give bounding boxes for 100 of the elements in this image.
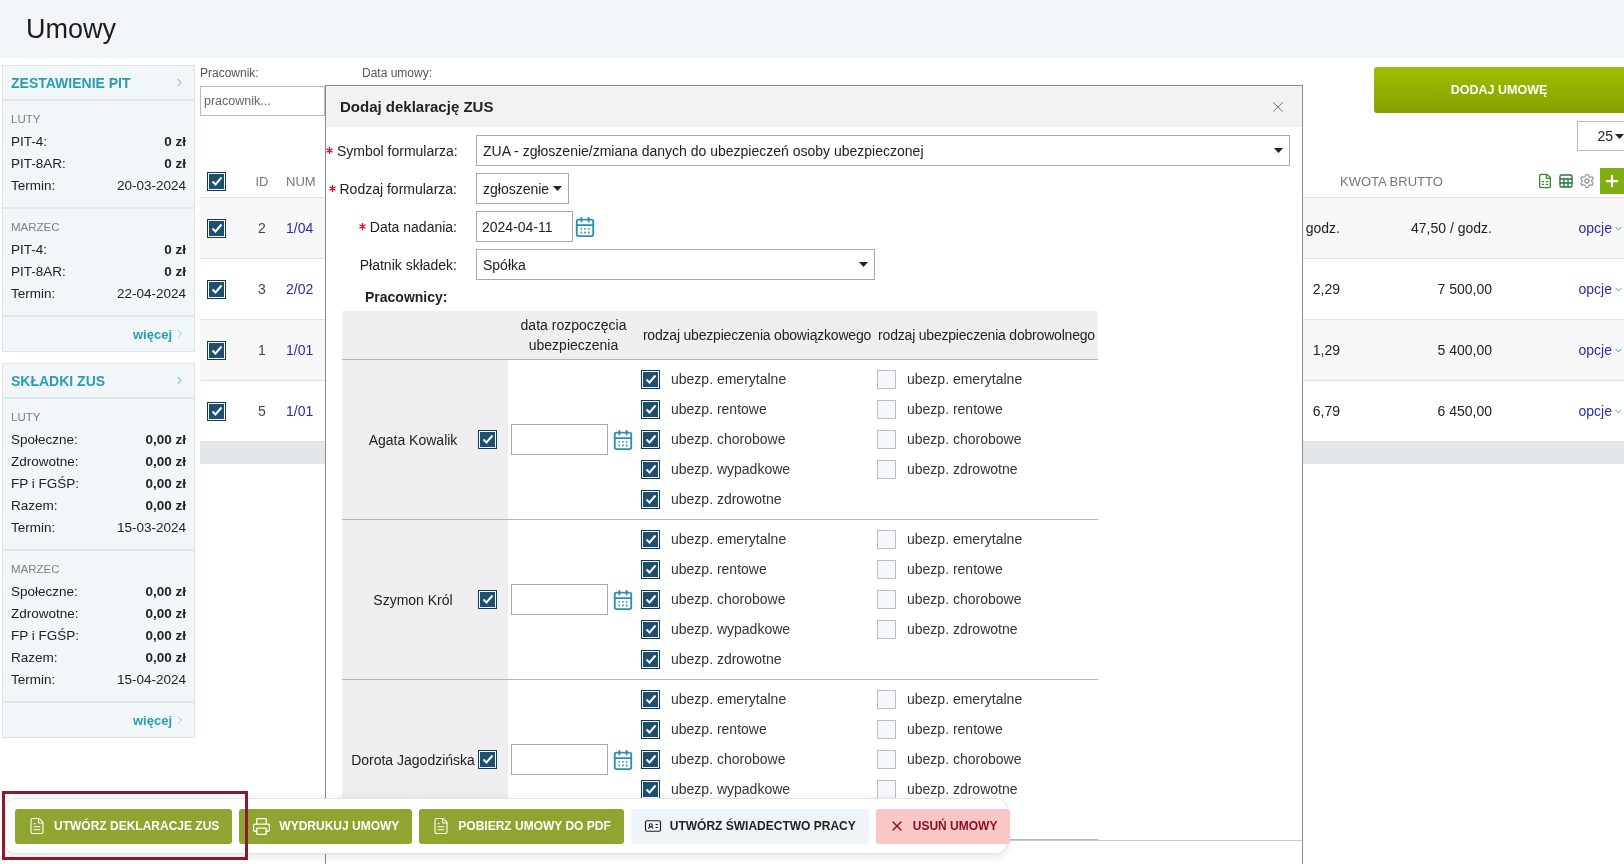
summary-label: PIT-4: bbox=[11, 133, 47, 149]
checkbox[interactable] bbox=[641, 559, 660, 579]
checkbox[interactable] bbox=[877, 589, 896, 609]
checkbox[interactable] bbox=[641, 719, 660, 739]
options-link[interactable]: opcje bbox=[1578, 342, 1624, 358]
summary-value: 0,00 zł bbox=[145, 497, 186, 513]
checkbox[interactable] bbox=[877, 619, 896, 639]
checkbox[interactable] bbox=[877, 429, 896, 449]
checkbox[interactable] bbox=[641, 779, 660, 799]
summary-value: 20-03-2024 bbox=[116, 177, 186, 193]
checkbox[interactable] bbox=[641, 369, 660, 389]
settings-icon[interactable] bbox=[1579, 173, 1595, 189]
check-icon bbox=[644, 593, 657, 605]
checkbox[interactable] bbox=[877, 459, 896, 479]
contract-link[interactable]: 2/02 bbox=[279, 281, 320, 297]
calendar-icon[interactable] bbox=[612, 588, 634, 611]
checkbox[interactable] bbox=[877, 719, 896, 739]
spreadsheet-icon[interactable] bbox=[1537, 173, 1553, 189]
select-field[interactable]: zgłoszenie bbox=[476, 173, 570, 204]
checkbox[interactable] bbox=[641, 529, 660, 549]
checkbox-label: ubezp. chorobowe bbox=[907, 751, 1022, 767]
check-icon bbox=[644, 753, 657, 765]
start-date-field[interactable] bbox=[511, 584, 608, 615]
checkbox[interactable] bbox=[877, 369, 896, 389]
check-icon bbox=[644, 653, 657, 665]
document-icon bbox=[432, 817, 451, 835]
page-size-select[interactable]: 25 bbox=[1577, 121, 1624, 151]
check-icon bbox=[481, 594, 494, 605]
employee-name: Agata Kowalik bbox=[342, 360, 478, 519]
calendar-icon[interactable] bbox=[612, 428, 634, 451]
options-link[interactable]: opcje bbox=[1578, 220, 1624, 236]
table-cell-text: 5 400,00 bbox=[1436, 342, 1492, 358]
card-title: ZESTAWIENIE PIT bbox=[11, 74, 131, 91]
checkbox[interactable] bbox=[207, 171, 226, 191]
options-link[interactable]: opcje bbox=[1578, 281, 1624, 297]
plus-button[interactable] bbox=[1600, 168, 1624, 194]
checkbox[interactable] bbox=[877, 399, 896, 419]
plus-icon bbox=[1603, 172, 1621, 190]
summary-label: PIT-8AR: bbox=[11, 263, 66, 279]
summary-label: Zdrowotne: bbox=[11, 453, 79, 469]
checkbox[interactable] bbox=[478, 750, 497, 769]
calendar-icon[interactable] bbox=[612, 748, 634, 771]
checkbox-label: ubezp. rentowe bbox=[907, 721, 1003, 737]
spreadsheet-icon[interactable] bbox=[1558, 173, 1574, 189]
summary-value: 0 zł bbox=[164, 155, 186, 171]
checkbox[interactable] bbox=[641, 459, 660, 479]
employee-field[interactable]: pracownik... bbox=[200, 86, 325, 116]
toolbar-button[interactable]: USUŃ UMOWY bbox=[875, 808, 1011, 844]
checkbox[interactable] bbox=[641, 689, 660, 709]
summary-value: 0 zł bbox=[164, 241, 186, 257]
start-date-field[interactable] bbox=[511, 744, 608, 775]
contract-link[interactable]: 1/01 bbox=[279, 342, 320, 358]
column-header: rodzaj ubezpieczenia dobrowolnego bbox=[877, 326, 1096, 345]
filter-label: Data umowy: bbox=[362, 66, 433, 80]
checkbox[interactable] bbox=[641, 749, 660, 769]
summary-value: 0,00 zł bbox=[145, 453, 186, 469]
summary-label: PIT-4: bbox=[11, 241, 47, 257]
checkbox[interactable] bbox=[877, 779, 896, 799]
checkbox[interactable] bbox=[877, 559, 896, 579]
select-field[interactable]: Spółka bbox=[476, 249, 875, 280]
checkbox[interactable] bbox=[877, 749, 896, 769]
checkbox[interactable] bbox=[641, 589, 660, 609]
checkbox[interactable] bbox=[207, 340, 226, 360]
toolbar-button[interactable]: UTWÓRZ ŚWIADECTWO PRACY bbox=[630, 808, 869, 844]
summary-label: FP i FGŚP: bbox=[11, 627, 79, 643]
contract-link[interactable]: 1/04 bbox=[279, 220, 320, 236]
start-date-field[interactable] bbox=[511, 424, 608, 455]
card-title: SKŁADKI ZUS bbox=[11, 372, 106, 389]
checkbox[interactable] bbox=[641, 489, 660, 509]
summary-label: Termin: bbox=[11, 671, 56, 687]
checkbox[interactable] bbox=[478, 430, 497, 449]
summary-label: Razem: bbox=[11, 649, 58, 665]
checkbox[interactable] bbox=[641, 429, 660, 449]
summary-label: Razem: bbox=[11, 497, 58, 513]
checkbox-label: ubezp. zdrowotne bbox=[671, 491, 782, 507]
field-label: Data nadania: bbox=[326, 218, 457, 235]
checkbox[interactable] bbox=[641, 619, 660, 639]
select-field[interactable]: ZUA - zgłoszenie/zmiana danych do ubezpieczeń osoby ubezpieczonej bbox=[476, 135, 1290, 166]
printer-icon bbox=[252, 816, 272, 836]
checkbox[interactable] bbox=[207, 279, 226, 299]
checkbox[interactable] bbox=[641, 649, 660, 669]
check-icon bbox=[210, 175, 223, 187]
options-link[interactable]: opcje bbox=[1578, 403, 1624, 419]
table-cell-text: 6,79 bbox=[1311, 403, 1340, 419]
checkbox[interactable] bbox=[478, 590, 497, 609]
summary-value: 0,00 zł bbox=[145, 627, 186, 643]
checkbox-label: ubezp. emerytalne bbox=[907, 691, 1023, 707]
checkbox[interactable] bbox=[207, 401, 226, 421]
month-label: LUTY bbox=[11, 112, 42, 127]
checkbox-label: ubezp. chorobowe bbox=[671, 591, 786, 607]
contract-link[interactable]: 1/01 bbox=[279, 403, 320, 419]
checkbox[interactable] bbox=[207, 218, 226, 238]
checkbox[interactable] bbox=[877, 529, 896, 549]
checkbox[interactable] bbox=[641, 399, 660, 419]
summary-label: Termin: bbox=[11, 285, 56, 301]
field-label: Symbol formularza: bbox=[326, 142, 457, 159]
date-field[interactable]: 2024-04-11 bbox=[476, 211, 573, 242]
summary-value: 15-03-2024 bbox=[116, 519, 186, 535]
calendar-icon[interactable] bbox=[574, 215, 596, 238]
checkbox[interactable] bbox=[877, 689, 896, 709]
